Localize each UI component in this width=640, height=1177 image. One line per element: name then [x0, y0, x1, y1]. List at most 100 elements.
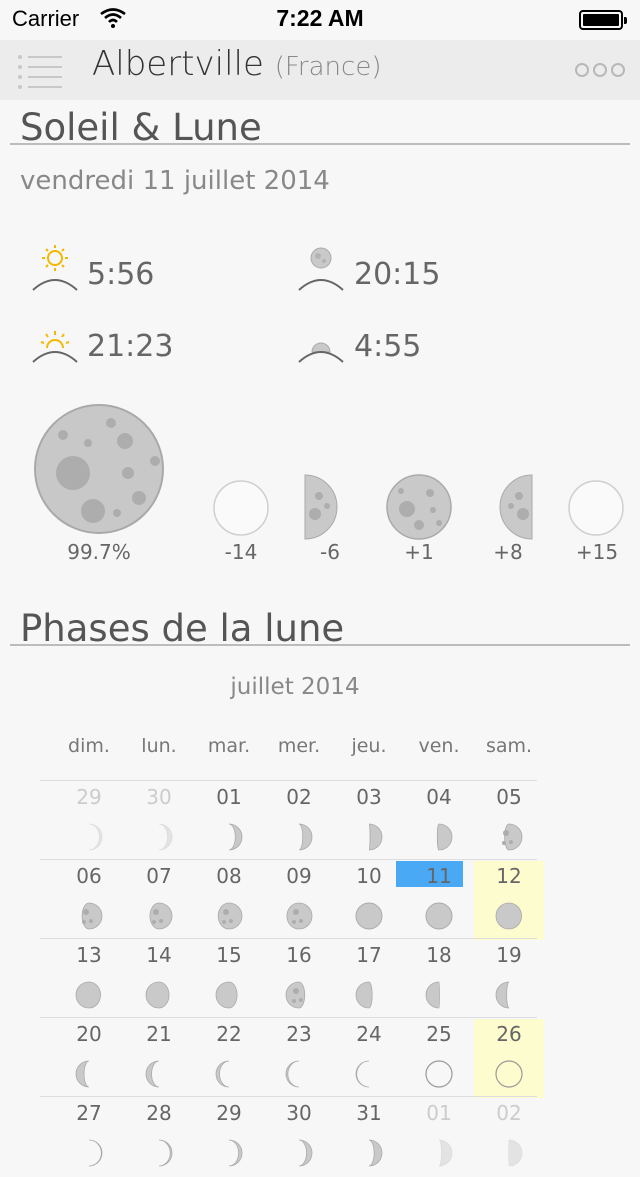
sunrise-icon — [32, 245, 78, 291]
day-number: 02 — [496, 1101, 522, 1125]
day-number: 03 — [356, 785, 382, 809]
week-divider — [40, 1017, 537, 1018]
day-number: 31 — [356, 1101, 382, 1125]
calendar-day[interactable]: 27 — [54, 1098, 124, 1177]
moon-phase-icon — [285, 1060, 300, 1088]
sunset-time: 21:23 — [87, 329, 174, 364]
ellipsis-icon[interactable] — [574, 60, 626, 80]
moon-phase-icon — [145, 981, 170, 1009]
calendar-day[interactable]: 04 — [404, 782, 474, 861]
moon-phase-icon — [228, 823, 243, 851]
calendar-day[interactable]: 09 — [264, 861, 334, 940]
illumination-percent: 99.7% — [67, 540, 131, 564]
calendar-day[interactable]: 14 — [124, 940, 194, 1019]
calendar-day[interactable]: 20 — [54, 1019, 124, 1098]
calendar-day[interactable]: 23 — [264, 1019, 334, 1098]
weekday-label: mer. — [277, 735, 321, 757]
moon-phase-icon — [368, 823, 383, 851]
week-divider — [40, 780, 537, 781]
moon-phase-icon — [355, 1060, 370, 1088]
day-number: 17 — [356, 943, 382, 967]
moon-phase-icon — [88, 823, 103, 851]
day-number: 19 — [496, 943, 522, 967]
calendar-day[interactable]: 12 — [474, 861, 544, 940]
calendar-month-title: juillet 2014 — [230, 674, 360, 700]
location-title[interactable]: Albertville (France) — [92, 44, 381, 84]
weekday-label: dim. — [68, 735, 110, 757]
calendar-day[interactable]: 29 — [194, 1098, 264, 1177]
calendar-day[interactable]: 25 — [404, 1019, 474, 1098]
day-number: 15 — [216, 943, 242, 967]
calendar-day[interactable]: 08 — [194, 861, 264, 940]
calendar-day[interactable]: 06 — [54, 861, 124, 940]
calendar-day[interactable]: 02 — [264, 782, 334, 861]
calendar-day[interactable]: 11 — [396, 861, 474, 940]
moon-phase-icon — [502, 823, 523, 851]
moon-phase-icon — [298, 823, 313, 851]
calendar-day[interactable]: 28 — [124, 1098, 194, 1177]
phase-offset-label: +1 — [404, 540, 434, 564]
moon-phase-icon — [149, 902, 173, 930]
calendar-day[interactable]: 07 — [124, 861, 194, 940]
day-number: 02 — [286, 785, 312, 809]
phase-offset-label: -14 — [224, 540, 258, 564]
moon-phase-icon — [215, 1060, 230, 1088]
calendar-day[interactable]: 29 — [54, 782, 124, 861]
day-number: 13 — [76, 943, 102, 967]
calendar-day[interactable]: 19 — [474, 940, 544, 1019]
current-date: vendredi 11 juillet 2014 — [20, 166, 330, 196]
list-icon[interactable] — [14, 50, 64, 90]
calendar-day[interactable]: 10 — [334, 861, 404, 940]
moon-phase-icon — [228, 1139, 243, 1167]
moon-phase-icon — [425, 1060, 453, 1088]
day-number: 05 — [496, 785, 522, 809]
calendar-day[interactable]: 30 — [124, 782, 194, 861]
moon-phase-icon — [368, 1139, 383, 1167]
moon-phase-icon — [215, 981, 238, 1009]
moon-phase-icon — [298, 1139, 313, 1167]
calendar-day[interactable]: 01 — [404, 1098, 474, 1177]
moon-phase-icon — [158, 1139, 173, 1167]
day-number: 29 — [216, 1101, 242, 1125]
calendar-day[interactable]: 21 — [124, 1019, 194, 1098]
day-number: 16 — [286, 943, 312, 967]
calendar-day[interactable]: 01 — [194, 782, 264, 861]
moon-phase-icon — [75, 981, 101, 1009]
moon-phase-icon — [285, 981, 306, 1009]
section-divider — [10, 143, 630, 145]
clock: 7:22 AM — [276, 5, 364, 31]
calendar-day[interactable]: 18 — [404, 940, 474, 1019]
calendar-day[interactable]: 24 — [334, 1019, 404, 1098]
calendar-day[interactable]: 26 — [474, 1019, 544, 1098]
calendar-day[interactable]: 16 — [264, 940, 334, 1019]
calendar-day[interactable]: 31 — [334, 1098, 404, 1177]
moon-phase-icon — [425, 981, 440, 1009]
calendar-day[interactable]: 05 — [474, 782, 544, 861]
moon-phase-icon — [495, 902, 522, 930]
first-quarter-moon-icon — [304, 474, 338, 540]
calendar-day[interactable]: 13 — [54, 940, 124, 1019]
calendar-day[interactable]: 15 — [194, 940, 264, 1019]
moon-phase-icon — [508, 1139, 523, 1167]
sunrise-time: 5:56 — [87, 257, 155, 292]
day-number: 27 — [76, 1101, 102, 1125]
moon-phase-icon — [217, 902, 243, 930]
day-number: 01 — [426, 1101, 452, 1125]
day-number: 28 — [146, 1101, 172, 1125]
day-number: 04 — [426, 785, 452, 809]
section-divider — [10, 644, 630, 646]
moon-phase-icon — [81, 902, 103, 930]
day-number: 22 — [216, 1022, 242, 1046]
calendar-day[interactable]: 17 — [334, 940, 404, 1019]
calendar-day[interactable]: 03 — [334, 782, 404, 861]
day-number: 09 — [286, 864, 312, 888]
calendar-day[interactable]: 30 — [264, 1098, 334, 1177]
day-number: 11 — [426, 864, 452, 888]
new-moon-icon — [213, 480, 269, 536]
moon-phase-icon — [88, 1139, 103, 1167]
calendar-day[interactable]: 02 — [474, 1098, 544, 1177]
moonrise-time: 20:15 — [354, 257, 441, 292]
battery-icon — [579, 10, 627, 30]
moon-phase-icon — [495, 1060, 523, 1088]
calendar-day[interactable]: 22 — [194, 1019, 264, 1098]
